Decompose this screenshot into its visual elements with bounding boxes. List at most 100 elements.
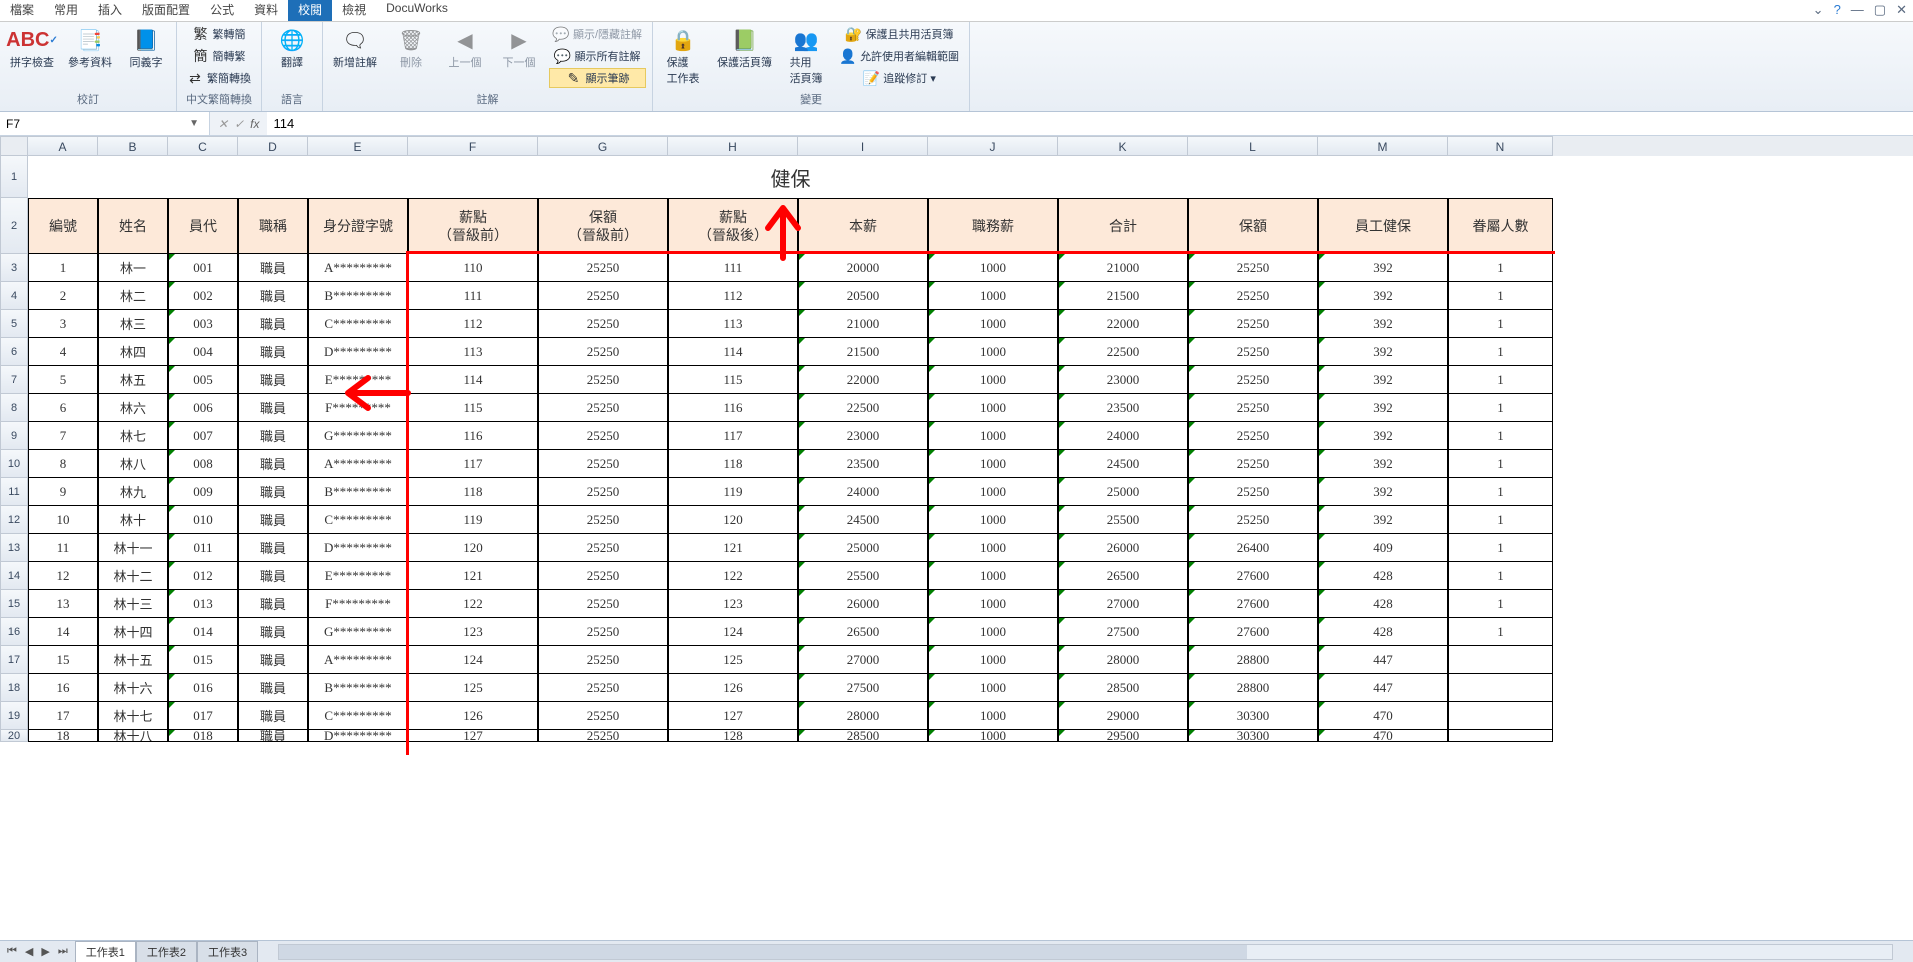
cell[interactable]: 015	[168, 646, 238, 674]
row-header-13[interactable]: 13	[0, 534, 28, 562]
cell[interactable]: 25250	[1188, 254, 1318, 282]
cell[interactable]: 117	[668, 422, 798, 450]
cell[interactable]: 470	[1318, 702, 1448, 730]
cell[interactable]: 1000	[928, 618, 1058, 646]
cell[interactable]: 25250	[538, 590, 668, 618]
cell[interactable]: 林二	[98, 282, 168, 310]
row-header-11[interactable]: 11	[0, 478, 28, 506]
cell[interactable]: 124	[668, 618, 798, 646]
cell[interactable]: 1	[1448, 310, 1553, 338]
cell[interactable]: E*********	[308, 562, 408, 590]
row-header-8[interactable]: 8	[0, 394, 28, 422]
cell[interactable]: 職員	[238, 394, 308, 422]
col-header-N[interactable]: N	[1448, 136, 1553, 156]
cell[interactable]: 1	[1448, 394, 1553, 422]
col-header-I[interactable]: I	[798, 136, 928, 156]
col-header-E[interactable]: E	[308, 136, 408, 156]
cell[interactable]: 26500	[798, 618, 928, 646]
cell[interactable]: 職員	[238, 730, 308, 742]
cell[interactable]: 25250	[538, 422, 668, 450]
cell[interactable]: 25250	[538, 646, 668, 674]
cell[interactable]: 10	[28, 506, 98, 534]
cell[interactable]: 392	[1318, 394, 1448, 422]
cell[interactable]: 122	[668, 562, 798, 590]
protect-sheet-button[interactable]: 🔒保護 工作表	[659, 24, 707, 88]
row-header-19[interactable]: 19	[0, 702, 28, 730]
cell[interactable]: 薪點（晉級前）	[408, 198, 538, 254]
cell[interactable]: 30300	[1188, 702, 1318, 730]
cell[interactable]: 保額	[1188, 198, 1318, 254]
cell[interactable]: 14	[28, 618, 98, 646]
spellcheck-button[interactable]: ABC✓拼字檢查	[6, 24, 58, 72]
cell[interactable]: 25250	[538, 338, 668, 366]
cell[interactable]: 1000	[928, 730, 1058, 742]
cell[interactable]: 116	[408, 422, 538, 450]
cell[interactable]: C*********	[308, 310, 408, 338]
thesaurus-button[interactable]: 📘同義字	[122, 24, 170, 72]
help-icon[interactable]: ?	[1834, 2, 1841, 18]
cell[interactable]: 25500	[798, 562, 928, 590]
cell[interactable]: 21500	[1058, 282, 1188, 310]
cell[interactable]: 27500	[1058, 618, 1188, 646]
cell[interactable]: 職員	[238, 478, 308, 506]
restore-icon[interactable]: ▢	[1874, 2, 1886, 18]
cell[interactable]: 1000	[928, 562, 1058, 590]
cell[interactable]: 4	[28, 338, 98, 366]
cell[interactable]: 25250	[538, 618, 668, 646]
col-header-M[interactable]: M	[1318, 136, 1448, 156]
cell[interactable]: 010	[168, 506, 238, 534]
cell[interactable]: 29500	[1058, 730, 1188, 742]
cell[interactable]: 29000	[1058, 702, 1188, 730]
cell[interactable]: 005	[168, 366, 238, 394]
row-header-20[interactable]: 20	[0, 730, 28, 742]
cell[interactable]: 392	[1318, 282, 1448, 310]
cell[interactable]: 26000	[1058, 534, 1188, 562]
cell[interactable]: A*********	[308, 254, 408, 282]
cell[interactable]: 27600	[1188, 590, 1318, 618]
cell[interactable]: 392	[1318, 310, 1448, 338]
next-comment-button[interactable]: ▶下一個	[495, 24, 543, 72]
simp-to-trad-button[interactable]: 簡簡轉繁	[183, 46, 255, 66]
formula-input[interactable]	[267, 112, 1913, 135]
cell[interactable]: 保額（晉級前）	[538, 198, 668, 254]
cell[interactable]: 002	[168, 282, 238, 310]
cell[interactable]: 447	[1318, 674, 1448, 702]
name-box-dropdown-icon[interactable]: ▼	[185, 118, 203, 129]
cell[interactable]: 6	[28, 394, 98, 422]
col-header-K[interactable]: K	[1058, 136, 1188, 156]
menu-tab-常用[interactable]: 常用	[44, 0, 88, 21]
cell[interactable]: 25000	[798, 534, 928, 562]
toggle-comment-button[interactable]: 💬顯示/隱藏註解	[549, 24, 646, 44]
menu-tab-插入[interactable]: 插入	[88, 0, 132, 21]
cell[interactable]: 25250	[538, 394, 668, 422]
sheet-tab[interactable]: 工作表2	[136, 941, 197, 962]
cell[interactable]: 13	[28, 590, 98, 618]
cell[interactable]: 員代	[168, 198, 238, 254]
cell[interactable]: A*********	[308, 646, 408, 674]
row-header-7[interactable]: 7	[0, 366, 28, 394]
cell[interactable]: 392	[1318, 338, 1448, 366]
cell[interactable]: 26000	[798, 590, 928, 618]
cell[interactable]: 25250	[538, 450, 668, 478]
cell[interactable]: 25250	[538, 310, 668, 338]
cell[interactable]: 392	[1318, 450, 1448, 478]
cell[interactable]: 1000	[928, 422, 1058, 450]
cell[interactable]: 110	[408, 254, 538, 282]
cell[interactable]: 25250	[538, 562, 668, 590]
scroll-thumb[interactable]	[279, 945, 1247, 959]
protect-share-button[interactable]: 🔐保護且共用活頁簿	[836, 24, 963, 44]
cell[interactable]: 薪點（晉級後）	[668, 198, 798, 254]
cell[interactable]: 392	[1318, 254, 1448, 282]
row-header-5[interactable]: 5	[0, 310, 28, 338]
cell[interactable]: C*********	[308, 506, 408, 534]
cell[interactable]: 林六	[98, 394, 168, 422]
translate-button[interactable]: 🌐翻譯	[268, 24, 316, 72]
cell[interactable]: 20000	[798, 254, 928, 282]
cell[interactable]: 1	[1448, 478, 1553, 506]
cell[interactable]: C*********	[308, 702, 408, 730]
cell[interactable]: 21000	[798, 310, 928, 338]
cell[interactable]: 林九	[98, 478, 168, 506]
row-header-14[interactable]: 14	[0, 562, 28, 590]
last-sheet-icon[interactable]: ⏭	[55, 945, 71, 958]
menu-tab-校閱[interactable]: 校閱	[288, 0, 332, 21]
